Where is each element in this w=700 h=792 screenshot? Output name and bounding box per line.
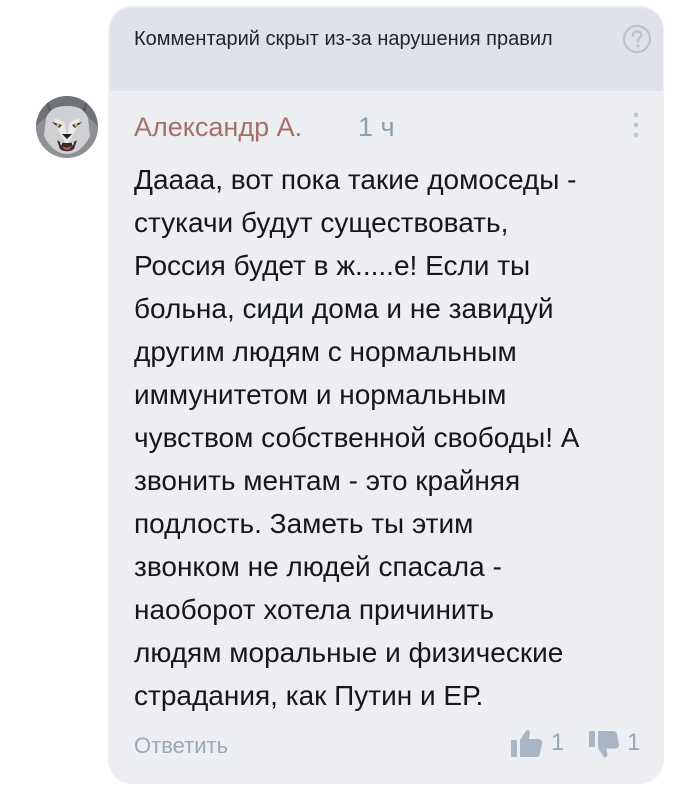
comment-line: чувством собственной свободы! А [134, 422, 580, 453]
comment-line: наоборот хотела причинить [134, 594, 494, 625]
comment-line: страдания, как Путин и ЕР. [134, 680, 484, 711]
hidden-comment-text: Комментарий скрыт из-за нарушения правил [134, 28, 553, 50]
thumbs-up-icon[interactable] [510, 728, 546, 758]
comment-line: стукачи будут существовать, [134, 207, 509, 238]
reply-button[interactable]: Ответить [134, 732, 228, 760]
more-options-icon[interactable] [630, 110, 642, 140]
comment-line: людям моральные и физические [134, 637, 564, 668]
comment-line: другим людям с нормальным [134, 336, 517, 367]
avatar[interactable] [36, 96, 98, 158]
dislike-count: 1 [627, 729, 641, 756]
comment-line: иммунитетом и нормальным [134, 379, 507, 410]
comment-line: звонком не людей спасала - [134, 551, 502, 582]
like-count: 1 [551, 729, 565, 756]
author-name[interactable]: Александр А. [134, 110, 302, 144]
comment-line: звонить ментам - это крайняя [134, 465, 521, 496]
comment-line: Россия будет в ж.....е! Если ты [134, 250, 531, 281]
comment-line: подлость. Заметь ты этим [134, 508, 474, 539]
comment-line: больна, сиди дома и не завидуй [134, 293, 554, 324]
comment-line: Даааа, вот пока такие домоседы - [134, 164, 577, 195]
comment-time: 1 ч [358, 112, 395, 142]
thumbs-down-icon[interactable] [588, 730, 622, 762]
wolf-avatar-icon [36, 96, 98, 158]
question-circle-icon[interactable] [622, 24, 652, 54]
comment-text: Даааа, вот пока такие домоседы - стукачи… [134, 158, 654, 717]
